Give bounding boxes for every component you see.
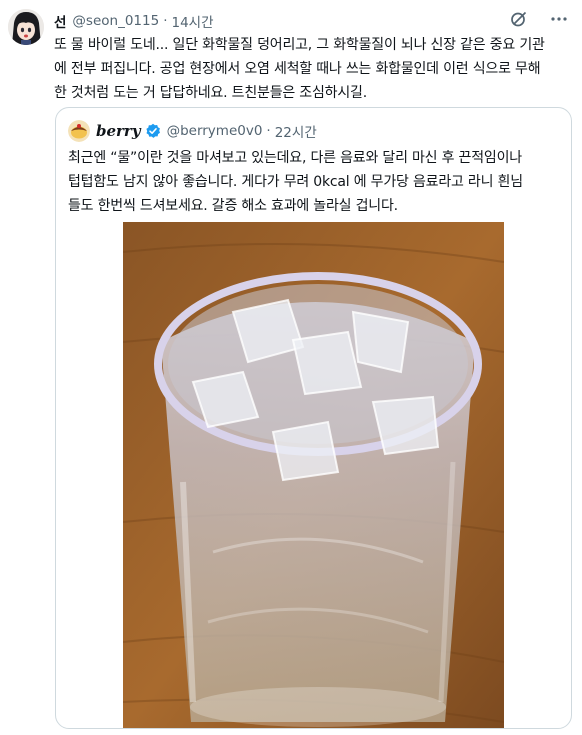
quoted-author-handle[interactable]: @berryme0v0 [167,123,263,139]
quoted-tweet-timestamp[interactable]: 22시간 [275,121,317,141]
tweet-text: 또 물 바이럴 도네... 일단 화학물질 덩어리고, 그 화학물질이 뇌나 신… [54,37,545,101]
quoted-author-avatar[interactable] [68,120,90,142]
header-actions [510,10,568,28]
quoted-tweet-photo[interactable] [123,222,504,728]
separator-dot: · [266,123,271,139]
separator-dot: · [163,13,168,29]
quoted-author-name[interactable]: berry [96,122,141,140]
author-avatar[interactable] [8,9,44,45]
author-name[interactable]: 선 [54,11,66,31]
quoted-tweet-text: 최근엔 “물”이란 것을 마셔보고 있는데요, 다른 음료와 달리 마신 후 끈… [68,150,523,214]
quoted-tweet-header: berry @berryme0v0 · 22시간 [68,120,317,142]
more-options-icon[interactable] [550,10,568,28]
tweet-timestamp[interactable]: 14시간 [171,11,213,31]
verified-badge-icon [145,123,161,139]
quoted-tweet-card[interactable]: berry @berryme0v0 · 22시간 최근엔 “물”이란 것을 마셔… [55,107,572,729]
grok-icon[interactable] [510,10,528,28]
tweet-header: 선 @seon_0115 · 14시간 [54,11,522,31]
author-handle[interactable]: @seon_0115 [72,13,159,29]
